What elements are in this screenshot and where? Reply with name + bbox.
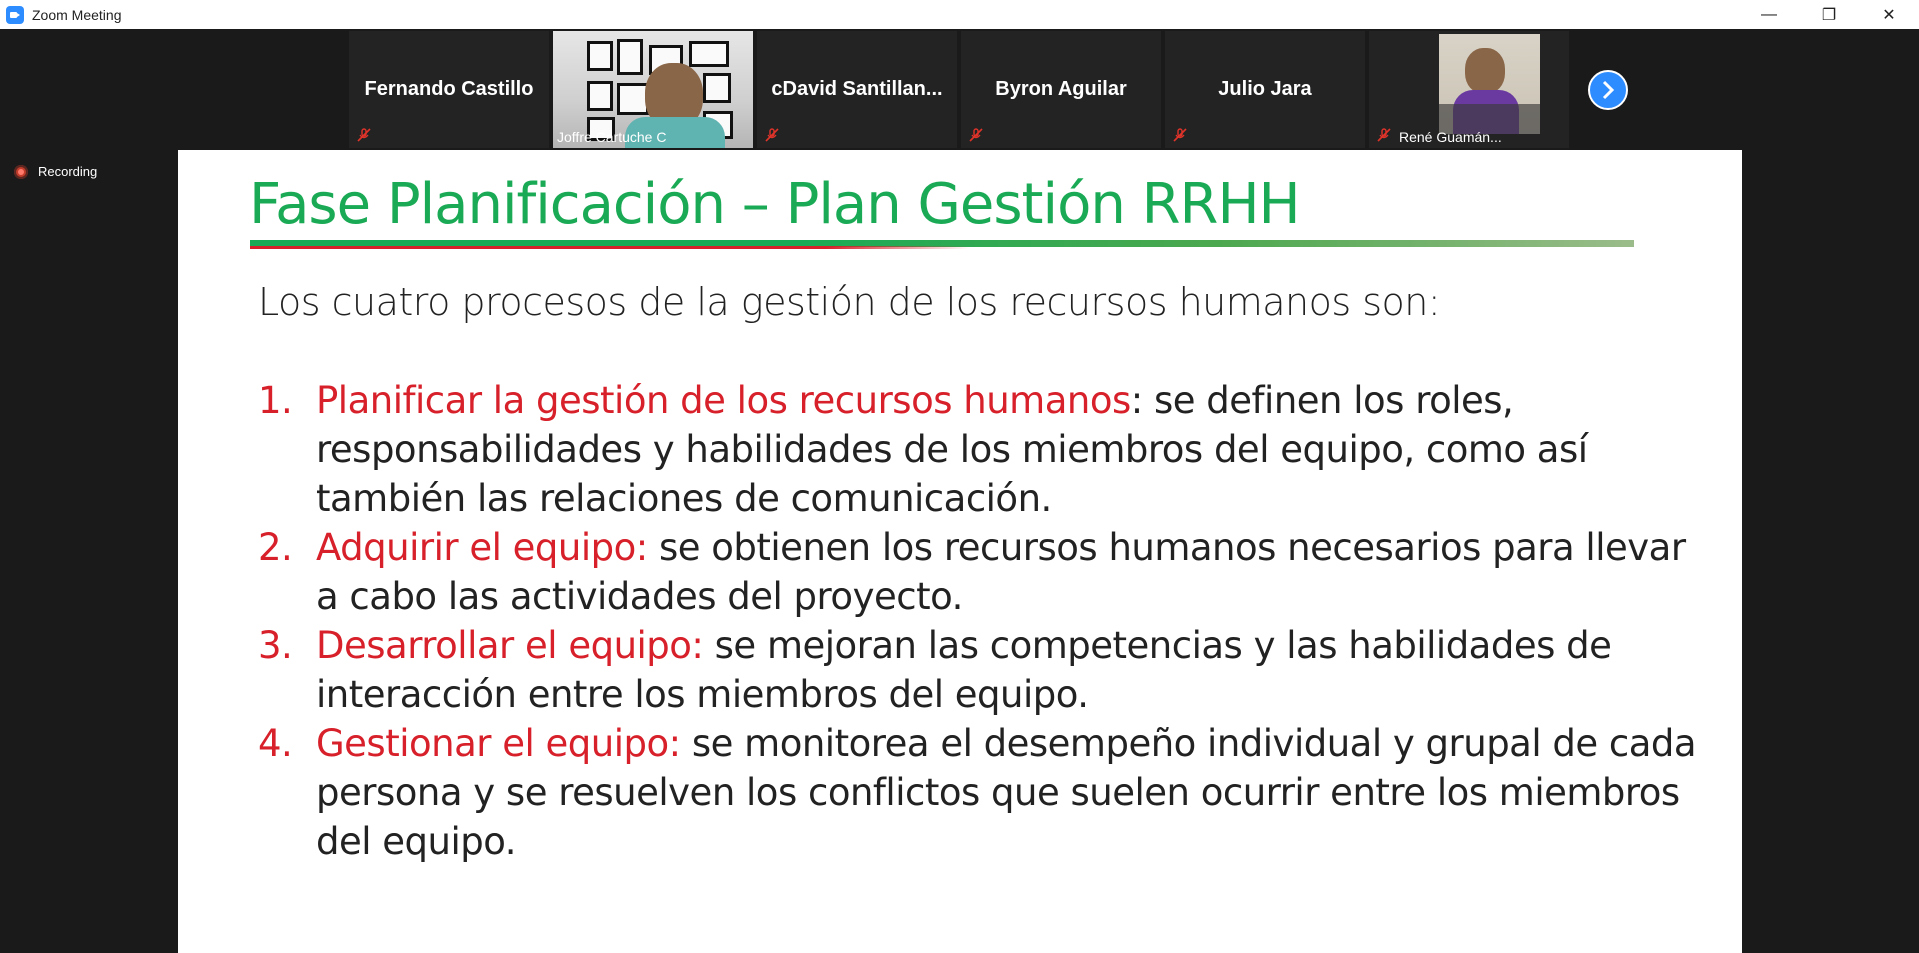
- item-body: Planificar la gestión de los recursos hu…: [316, 376, 1698, 523]
- item-term: Desarrollar el equipo:: [316, 624, 704, 667]
- participant-name: Byron Aguilar: [995, 78, 1127, 100]
- item-body: Adquirir el equipo: se obtienen los recu…: [316, 523, 1698, 621]
- item-number: 4.: [258, 722, 293, 765]
- item-number: 2.: [258, 526, 293, 569]
- muted-mic-icon: [357, 128, 371, 142]
- item-body: Desarrollar el equipo: se mejoran las co…: [316, 621, 1698, 719]
- item-term: Planificar la gestión de los recursos hu…: [316, 379, 1131, 422]
- list-item: 4. Gestionar el equipo: se monitorea el …: [258, 719, 1698, 866]
- zoom-app-icon: [6, 5, 24, 24]
- participant-tile[interactable]: Fernando Castillo: [349, 31, 549, 148]
- recording-label: Recording: [38, 164, 98, 179]
- participant-tile[interactable]: René Guamán...: [1369, 31, 1569, 148]
- participant-name: René Guamán...: [1399, 129, 1502, 145]
- title-underline-accent: [250, 246, 970, 249]
- close-button[interactable]: ✕: [1859, 0, 1919, 29]
- process-list: 1. Planificar la gestión de los recursos…: [258, 376, 1698, 866]
- item-body: Gestionar el equipo: se monitorea el des…: [316, 719, 1698, 866]
- window-titlebar: Zoom Meeting — ❐ ✕: [0, 0, 1919, 29]
- list-item: 2. Adquirir el equipo: se obtienen los r…: [258, 523, 1698, 621]
- restore-button[interactable]: ❐: [1799, 0, 1859, 29]
- item-term: Adquirir el equipo:: [316, 526, 648, 569]
- slide-intro: Los cuatro procesos de la gestión de los…: [258, 280, 1441, 324]
- participant-tile[interactable]: cDavid Santillan...: [757, 31, 957, 148]
- muted-mic-icon: [1377, 128, 1391, 142]
- next-participants-button[interactable]: [1588, 70, 1628, 110]
- participant-face: [1465, 48, 1505, 94]
- participant-name: cDavid Santillan...: [771, 78, 943, 100]
- participant-strip: Fernando Castillo Joffre Cartuche C cDav…: [349, 31, 1569, 148]
- participant-tile[interactable]: Julio Jara: [1165, 31, 1365, 148]
- item-term: Gestionar el equipo:: [316, 722, 681, 765]
- recording-indicator[interactable]: Recording: [14, 164, 97, 179]
- list-item: 3. Desarrollar el equipo: se mejoran las…: [258, 621, 1698, 719]
- shared-screen-slide: Fase Planificación – Plan Gestión RRHH L…: [178, 150, 1742, 953]
- muted-mic-icon: [1173, 128, 1187, 142]
- item-number: 3.: [258, 624, 293, 667]
- muted-mic-icon: [765, 128, 779, 142]
- muted-mic-icon: [969, 128, 983, 142]
- participant-name: Joffre Cartuche C: [557, 129, 667, 145]
- recording-icon: [14, 164, 28, 179]
- item-number: 1.: [258, 379, 293, 422]
- window-controls: — ❐ ✕: [1739, 0, 1919, 29]
- participant-tile-active-speaker[interactable]: Joffre Cartuche C: [553, 31, 753, 148]
- participant-tile[interactable]: Byron Aguilar: [961, 31, 1161, 148]
- participant-video: [1439, 34, 1540, 134]
- minimize-button[interactable]: —: [1739, 0, 1799, 29]
- list-item: 1. Planificar la gestión de los recursos…: [258, 376, 1698, 523]
- participant-name: Julio Jara: [1218, 78, 1312, 100]
- chevron-right-icon: [1602, 80, 1615, 100]
- window-title: Zoom Meeting: [32, 6, 122, 23]
- participant-name: Fernando Castillo: [364, 78, 534, 100]
- slide-title: Fase Planificación – Plan Gestión RRHH: [249, 172, 1301, 237]
